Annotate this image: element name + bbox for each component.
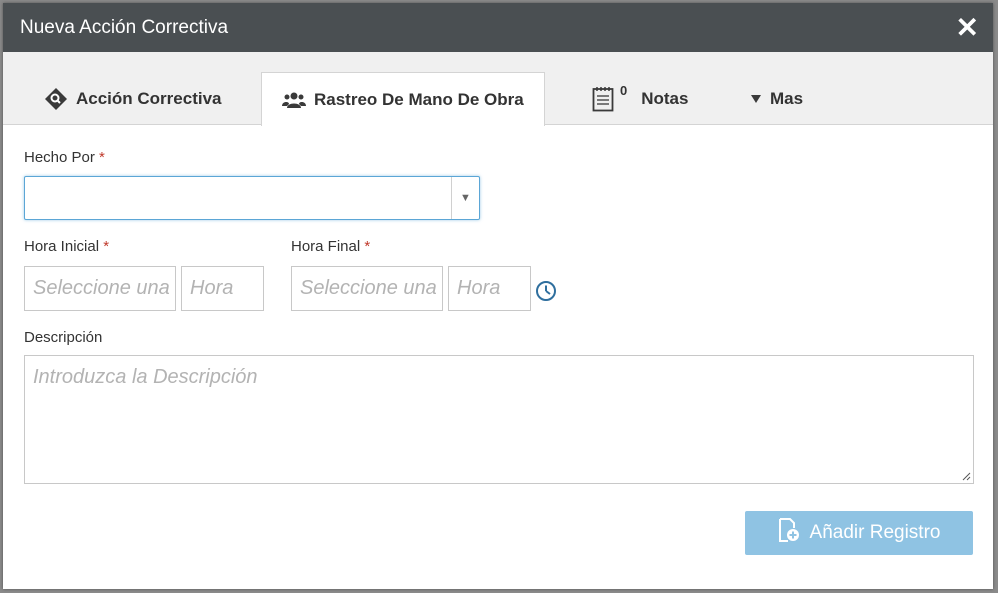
caret-down-icon	[750, 94, 762, 104]
hecho-por-select[interactable]: ▼	[24, 176, 480, 220]
dropdown-arrow-icon[interactable]: ▼	[451, 177, 479, 219]
add-document-icon	[778, 518, 800, 548]
notepad-icon	[592, 86, 614, 112]
tab-label: Mas	[770, 88, 804, 108]
tab-rastreo-mano-de-obra[interactable]: Rastreo De Mano De Obra	[261, 72, 545, 126]
hora-final-label: Hora Final *	[291, 238, 371, 255]
dialog-title: Nueva Acción Correctiva	[20, 16, 229, 38]
hora-final-date-input[interactable]: Seleccione una fecha	[291, 266, 443, 311]
resize-handle-icon[interactable]	[961, 471, 971, 481]
hecho-por-label: Hecho Por *	[24, 149, 105, 166]
required-mark: *	[103, 238, 110, 255]
required-mark: *	[364, 238, 371, 255]
tab-notas[interactable]: 0 Notas	[592, 72, 688, 125]
notas-count-badge: 0	[620, 83, 628, 98]
hora-final-time-input[interactable]: Hora	[448, 266, 531, 311]
hora-inicial-label: Hora Inicial *	[24, 238, 110, 255]
tab-label: Rastreo De Mano De Obra	[314, 89, 524, 109]
tab-bar: Acción Correctiva Rastreo De Mano De Obr…	[3, 52, 993, 126]
close-icon[interactable]: ✕	[956, 13, 979, 42]
dialog: Nueva Acción Correctiva ✕ Acción Correct…	[3, 3, 993, 589]
tab-label: Acción Correctiva	[76, 88, 222, 108]
tab-mas[interactable]: Mas	[750, 72, 803, 125]
diamond-search-icon	[44, 87, 68, 111]
hora-inicial-time-input[interactable]: Hora	[181, 266, 264, 311]
dialog-titlebar: Nueva Acción Correctiva ✕	[3, 3, 993, 52]
descripcion-textarea[interactable]: Introduzca la Descripción	[24, 355, 974, 484]
descripcion-label: Descripción	[24, 329, 103, 346]
users-icon	[282, 91, 306, 109]
add-record-button[interactable]: Añadir Registro	[745, 511, 973, 555]
tab-accion-correctiva[interactable]: Acción Correctiva	[44, 72, 222, 125]
hora-inicial-date-input[interactable]: Seleccione una fecha	[24, 266, 176, 311]
tab-label: Notas	[641, 88, 689, 108]
textarea-placeholder: Introduzca la Descripción	[33, 366, 258, 388]
add-record-label: Añadir Registro	[809, 522, 941, 543]
required-mark: *	[99, 149, 105, 166]
clock-icon[interactable]	[535, 280, 557, 307]
